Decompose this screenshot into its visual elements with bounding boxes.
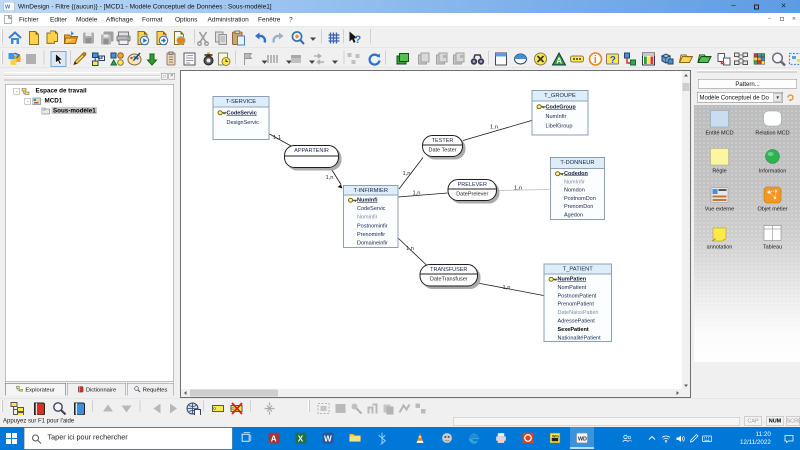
svg-text:X: X bbox=[298, 434, 304, 443]
svg-text:i: i bbox=[594, 54, 597, 66]
svg-text:?: ? bbox=[355, 34, 362, 46]
svg-text:Win: Win bbox=[552, 434, 560, 438]
svg-text:1,n: 1,n bbox=[490, 125, 498, 131]
svg-text:A: A bbox=[556, 57, 562, 66]
svg-text:1,n: 1,n bbox=[413, 191, 421, 197]
svg-text:A: A bbox=[271, 434, 277, 443]
svg-text:1,n: 1,n bbox=[326, 175, 334, 181]
svg-text:?: ? bbox=[610, 55, 616, 66]
svg-text:1,n: 1,n bbox=[403, 171, 411, 177]
svg-text:W: W bbox=[324, 434, 332, 443]
svg-text:1,1: 1,1 bbox=[273, 135, 281, 141]
svg-text:1,n: 1,n bbox=[406, 246, 414, 252]
svg-text:1,n: 1,n bbox=[514, 186, 522, 192]
svg-text:W: W bbox=[5, 5, 11, 11]
svg-text:1,n: 1,n bbox=[503, 285, 511, 291]
svg-text:WD: WD bbox=[578, 436, 587, 442]
